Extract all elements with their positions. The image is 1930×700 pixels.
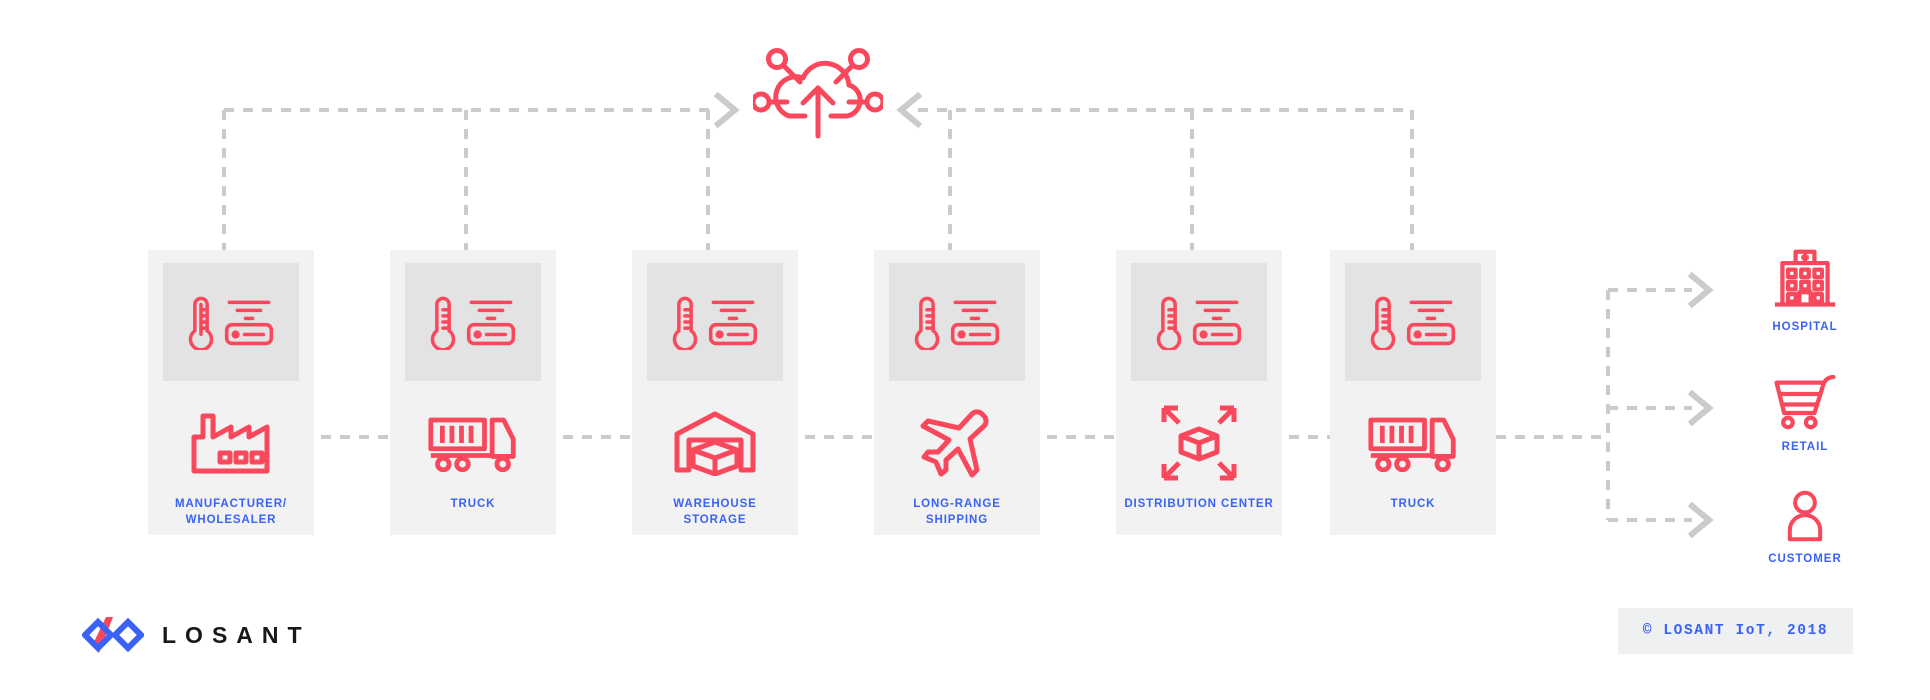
hospital-building-icon [1774,249,1836,307]
warehouse-box-icon [674,411,756,476]
stage-card-distribution[interactable]: DISTRIBUTION CENTER [1116,250,1282,535]
sensor-panel [163,263,299,381]
endpoint-label: CUSTOMER [1768,553,1842,565]
copyright-badge: © LOSANT IoT, 2018 [1618,608,1853,654]
endpoint-customer[interactable]: CUSTOMER [1730,472,1880,565]
endpoint-retail[interactable]: RETAIL [1730,360,1880,453]
gateway-wifi-icon [708,300,758,346]
sensor-panel [889,263,1025,381]
stage-card-manufacturer[interactable]: MANUFACTURER/ WHOLESALER [148,250,314,535]
stage-icon-airplane [919,401,995,485]
arrowhead-into-cloud-left [713,91,740,129]
stage-icon-truck [1367,401,1459,485]
stage-label: TRUCK [1390,498,1436,510]
endpoint-label: RETAIL [1781,441,1829,453]
copyright-text: © LOSANT IoT, 2018 [1642,623,1829,639]
truck-icon [428,417,516,472]
stage-card-truck-1[interactable]: TRUCK [390,250,556,535]
cloud-platform-node[interactable] [750,40,886,145]
thermometer-icon [1156,296,1182,350]
sensor-panel [1131,263,1267,381]
person-icon [1787,490,1823,542]
endpoint-hospital[interactable]: HOSPITAL [1730,240,1880,333]
stage-icon-warehouse [673,401,757,485]
stage-label: MANUFACTURER/ WHOLESALER [175,498,287,526]
factory-icon [191,413,270,474]
arrowhead-hospital [1687,271,1714,309]
thermometer-icon [188,296,214,350]
gateway-wifi-icon [1192,300,1242,346]
stage-card-truck-2[interactable]: TRUCK [1330,250,1496,535]
endpoint-icon-wrap [1769,360,1841,432]
gateway-wifi-icon [224,300,274,346]
stage-label: DISTRIBUTION CENTER [1124,498,1274,510]
cloud-node-dot-tl [766,48,788,70]
arrowhead-customer [1687,501,1714,539]
stage-icon-distribution [1159,401,1239,485]
truck-icon [1368,417,1456,472]
sensor-panel [405,263,541,381]
shopping-cart-icon [1774,375,1836,430]
endpoint-label: HOSPITAL [1772,321,1838,333]
losant-brand[interactable]: LOSANT [82,613,311,657]
endpoint-icon-wrap [1769,240,1841,312]
stage-label: LONG-RANGE SHIPPING [913,498,1001,526]
arrowhead-retail [1687,389,1714,427]
gateway-wifi-icon [950,300,1000,346]
gateway-wifi-icon [466,300,516,346]
sensor-panel [1345,263,1481,381]
distribution-box-icon [1161,405,1237,481]
diagram-canvas: MANUFACTURER/ WHOLESALER TRUCK WAREHOUSE… [0,0,1930,700]
stage-icon-factory [189,401,273,485]
thermometer-icon [1370,296,1396,350]
endpoint-icon-wrap [1780,472,1830,544]
losant-wordmark: LOSANT [162,621,311,648]
losant-logo-icon [82,617,144,653]
cloud-upload-network-icon [750,48,886,139]
thermometer-icon [914,296,940,350]
stage-card-warehouse[interactable]: WAREHOUSE STORAGE [632,250,798,535]
airplane-icon [920,409,989,478]
stage-icon-truck [427,401,519,485]
cloud-node-dot-l [750,91,772,113]
arrowhead-into-cloud-right [896,91,923,129]
gateway-wifi-icon [1406,300,1456,346]
thermometer-icon [672,296,698,350]
thermometer-icon [430,296,456,350]
cloud-node-dot-tr [848,48,870,70]
sensor-panel [647,263,783,381]
stage-label: WAREHOUSE STORAGE [673,498,757,526]
stage-label: TRUCK [450,498,496,510]
cloud-node-dot-r [864,91,886,113]
stage-card-shipping[interactable]: LONG-RANGE SHIPPING [874,250,1040,535]
